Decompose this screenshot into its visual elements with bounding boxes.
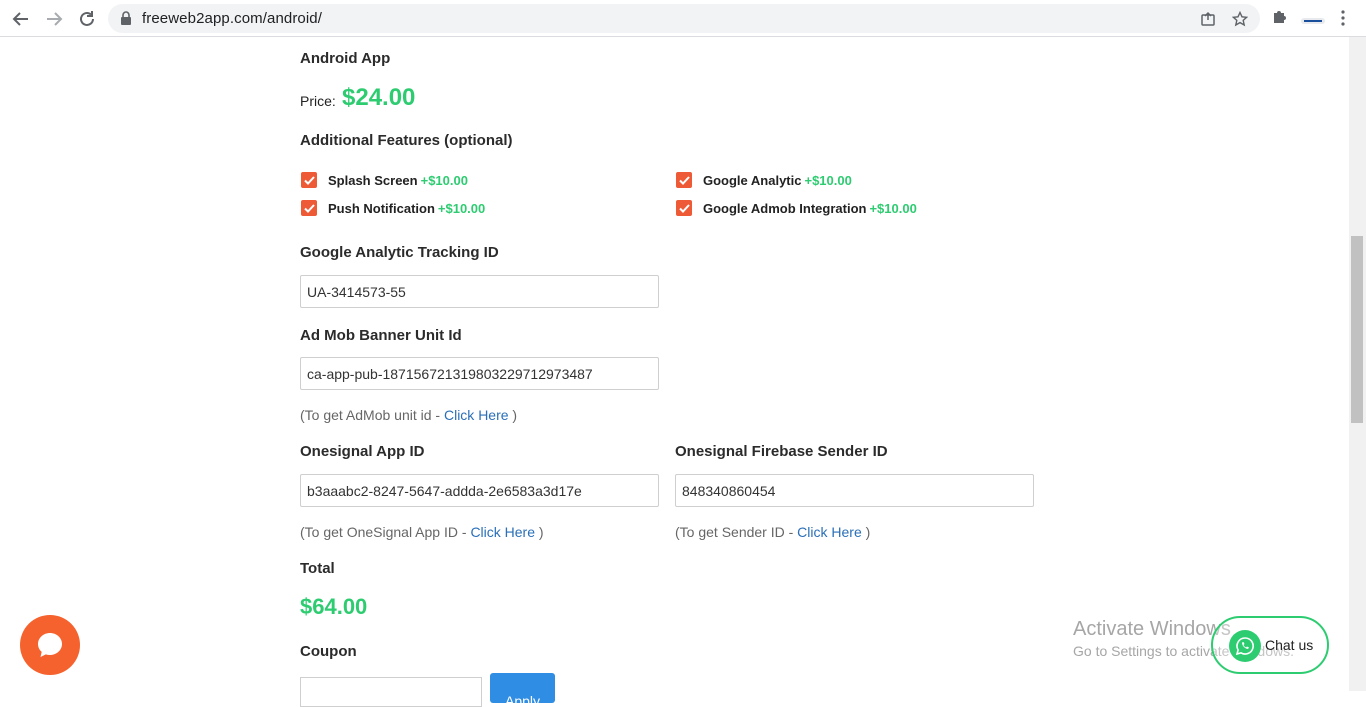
- sender-id-label: Onesignal Firebase Sender ID: [675, 443, 888, 460]
- onesignal-click-here-link[interactable]: Click Here: [470, 524, 535, 540]
- bookmark-button[interactable]: [1230, 9, 1250, 29]
- total-label: Total: [300, 560, 335, 577]
- splash-screen-checkbox[interactable]: [301, 172, 317, 188]
- reload-icon: [80, 11, 94, 26]
- hint-text: ): [861, 524, 871, 540]
- page-content: Android App Price: $24.00 Additional Fea…: [0, 37, 1349, 707]
- push-notification-checkbox[interactable]: [301, 200, 317, 216]
- coupon-input[interactable]: [300, 677, 482, 707]
- feature-splash-screen[interactable]: Splash Screen +$10.00: [301, 172, 468, 188]
- hint-text: (To get Sender ID -: [675, 524, 798, 540]
- share-icon: [1201, 11, 1215, 26]
- profile-button[interactable]: [1301, 13, 1325, 31]
- analytics-id-input[interactable]: UA-3414573-55: [300, 275, 659, 308]
- analytics-id-label: Google Analytic Tracking ID: [300, 244, 499, 261]
- puzzle-icon: [1274, 11, 1286, 23]
- admob-hint: (To get AdMob unit id - Click Here ): [300, 407, 517, 423]
- live-chat-button[interactable]: [20, 615, 80, 675]
- google-admob-checkbox[interactable]: [676, 200, 692, 216]
- feature-google-admob[interactable]: Google Admob Integration +$10.00: [676, 200, 917, 216]
- back-arrow-icon: [12, 12, 28, 26]
- onesignal-hint: (To get OneSignal App ID - Click Here ): [300, 524, 544, 540]
- feature-label: Splash Screen: [328, 172, 418, 188]
- feature-google-analytic[interactable]: Google Analytic +$10.00: [676, 172, 852, 188]
- feature-label: Google Admob Integration: [703, 200, 867, 216]
- hint-text: ): [535, 524, 544, 540]
- feature-label: Push Notification: [328, 200, 435, 216]
- feature-price: +$10.00: [437, 200, 486, 216]
- feature-label: Google Analytic: [703, 172, 802, 188]
- address-bar[interactable]: freeweb2app.com/android/: [108, 4, 1260, 33]
- hint-text: ): [508, 407, 518, 423]
- scrollbar-thumb[interactable]: [1351, 236, 1363, 423]
- feature-push-notification[interactable]: Push Notification +$10.00: [301, 200, 485, 216]
- star-icon: [1232, 11, 1248, 27]
- coupon-label: Coupon: [300, 643, 357, 660]
- extensions-button[interactable]: [1271, 8, 1288, 30]
- feature-price: +$10.00: [420, 172, 468, 188]
- onesignal-app-id-input[interactable]: b3aaabc2-8247-5647-addda-2e6583a3d17e: [300, 474, 659, 507]
- whatsapp-chat-button[interactable]: Chat us: [1211, 616, 1329, 674]
- google-analytic-checkbox[interactable]: [676, 172, 692, 188]
- sender-id-input[interactable]: 848340860454: [675, 474, 1034, 507]
- price-value: $24.00: [342, 84, 416, 111]
- hint-text: (To get OneSignal App ID -: [300, 524, 471, 540]
- page-scrollbar[interactable]: [1349, 37, 1366, 691]
- checkmark-icon: [678, 203, 690, 213]
- forward-arrow-icon: [47, 12, 63, 26]
- share-button[interactable]: [1198, 9, 1218, 29]
- admob-unit-input[interactable]: ca-app-pub-18715672131980322971297348​7: [300, 357, 659, 390]
- total-value: $64.00: [300, 594, 368, 619]
- back-button[interactable]: [8, 6, 34, 32]
- reload-button[interactable]: [74, 6, 100, 32]
- onesignal-app-id-label: Onesignal App ID: [300, 443, 425, 460]
- feature-price: +$10.00: [804, 172, 852, 188]
- menu-button[interactable]: [1340, 10, 1346, 31]
- whatsapp-label: Chat us: [1265, 637, 1314, 653]
- sender-click-here-link[interactable]: Click Here: [797, 524, 862, 540]
- sender-hint: (To get Sender ID - Click Here ): [675, 524, 870, 540]
- feature-price: +$10.00: [869, 200, 917, 216]
- apply-label: Apply: [504, 693, 541, 703]
- lock-icon: [121, 11, 131, 25]
- admob-unit-label: Ad Mob Banner Unit Id: [300, 327, 462, 344]
- product-title: Android App: [300, 50, 391, 67]
- forward-button[interactable]: [41, 6, 67, 32]
- apply-coupon-button[interactable]: Apply: [490, 673, 555, 703]
- checkmark-icon: [678, 175, 690, 185]
- whatsapp-icon: [1229, 630, 1261, 662]
- admob-click-here-link[interactable]: Click Here: [444, 407, 509, 423]
- url-text: freeweb2app.com/android/: [142, 10, 323, 27]
- hint-text: (To get AdMob unit id -: [300, 407, 444, 423]
- kebab-menu-icon: [1341, 10, 1345, 26]
- features-heading: Additional Features (optional): [300, 132, 513, 149]
- browser-toolbar: freeweb2app.com/android/: [0, 0, 1366, 37]
- chat-icon: [38, 633, 62, 657]
- checkmark-icon: [303, 175, 315, 185]
- price-label: Price:: [300, 93, 336, 109]
- profile-avatar-icon: [1301, 18, 1325, 24]
- checkmark-icon: [303, 203, 315, 213]
